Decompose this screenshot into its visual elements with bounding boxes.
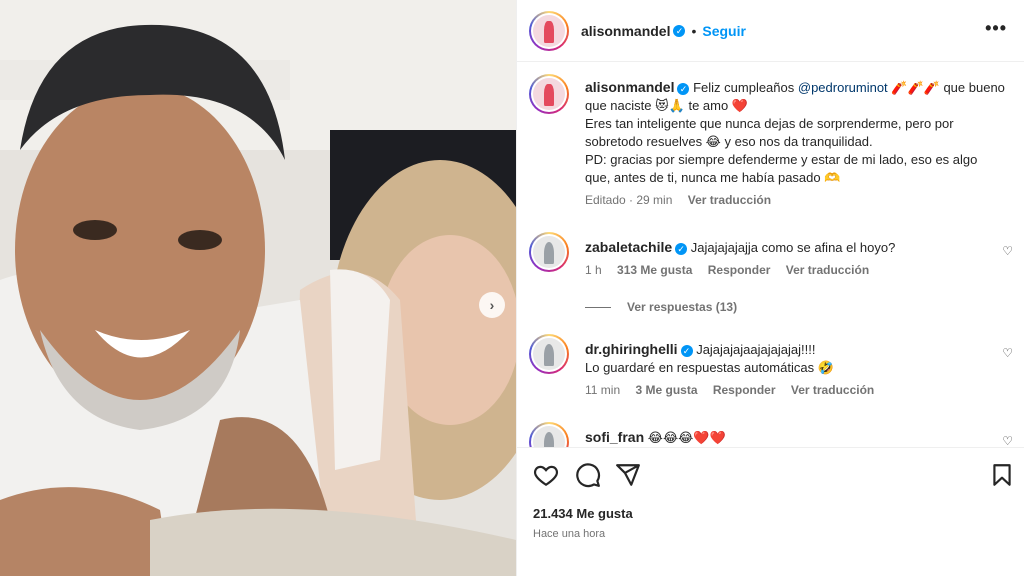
comment-username[interactable]: zabaletachile: [585, 239, 672, 255]
post-actions: 21.434 Me gusta Hace una hora: [517, 447, 1024, 576]
caption-body: alisonmandel ✓ Feliz cumpleaños @pedrorum…: [585, 78, 1005, 207]
more-options-icon[interactable]: •••: [985, 18, 1007, 39]
comment-avatar[interactable]: [529, 422, 569, 447]
author-avatar[interactable]: [529, 11, 569, 51]
comment-item: zabaletachile ✓ Jajajajajajja como se afi…: [517, 232, 1024, 322]
comment-item: dr.ghiringhelli ✓ Jajajajajaajajajajaj!!!…: [517, 334, 1024, 414]
post-header: alisonmandel ✓ • Seguir •••: [517, 0, 1024, 62]
translate-link[interactable]: Ver traducción: [791, 383, 874, 397]
caption-meta: Editado · 29 min Ver traducción: [585, 193, 1005, 207]
mention-link[interactable]: @pedroruminot: [798, 80, 888, 95]
chevron-right-icon: ›: [489, 297, 495, 313]
comment-username[interactable]: sofi_fran: [585, 429, 644, 445]
caption-translate-link[interactable]: Ver traducción: [688, 193, 771, 207]
share-icon[interactable]: [615, 462, 641, 488]
verified-badge-icon: ✓: [677, 82, 690, 95]
separator-dot: •: [691, 23, 697, 39]
comment-text: Jajajajajajja como se afina el hoyo?: [690, 240, 896, 255]
comment-icon[interactable]: [575, 462, 601, 488]
comment-like-heart-icon[interactable]: ♡: [1002, 244, 1013, 258]
likes-count[interactable]: 21.434 Me gusta: [533, 506, 633, 521]
post-photo[interactable]: ›: [0, 0, 516, 576]
comment-avatar[interactable]: [529, 232, 569, 272]
caption-line1-prefix: Feliz cumpleaños: [693, 80, 798, 95]
caption-edited: Editado · 29 min: [585, 193, 673, 207]
comment-time: 11 min: [585, 383, 621, 397]
view-replies-label[interactable]: Ver respuestas (13): [627, 300, 737, 314]
comments-section: alisonmandel ✓ Feliz cumpleaños @pedrorum…: [517, 62, 1024, 447]
comment-like-heart-icon[interactable]: ♡: [1002, 346, 1013, 360]
comment-item: sofi_fran 😂😂😂❤️❤️ ♡: [517, 422, 1024, 447]
bookmark-icon[interactable]: [989, 462, 1015, 488]
post-side-panel: alisonmandel ✓ • Seguir ••• alisonmandel…: [516, 0, 1024, 576]
caption-line3: PD: gracias por siempre defenderme y est…: [585, 152, 978, 185]
photo-illustration: [0, 0, 516, 576]
view-replies[interactable]: Ver respuestas (13): [585, 300, 737, 314]
comment-avatar[interactable]: [529, 334, 569, 374]
comment-like-heart-icon[interactable]: ♡: [1002, 434, 1013, 447]
comment-text: Jajajajajaajajajajaj!!!!: [696, 342, 816, 357]
comment-text: 😂😂😂❤️❤️: [647, 430, 726, 445]
comment-body: dr.ghiringhelli ✓ Jajajajajaajajajajaj!!!…: [585, 340, 985, 397]
verified-badge-icon: ✓: [680, 344, 693, 357]
comment-username[interactable]: dr.ghiringhelli: [585, 341, 678, 357]
comment-meta: 11 min 3 Me gusta Responder Ver traducci…: [585, 383, 985, 397]
verified-badge-icon: ✓: [675, 242, 688, 255]
header-title: alisonmandel ✓ • Seguir: [581, 23, 746, 39]
caption-username[interactable]: alisonmandel: [585, 79, 674, 95]
caption-text: alisonmandel ✓ Feliz cumpleaños @pedrorum…: [585, 78, 1005, 187]
comment-likes[interactable]: 3 Me gusta: [635, 383, 697, 397]
heart-icon[interactable]: [533, 462, 559, 488]
post-time: Hace una hora: [533, 528, 606, 540]
follow-button[interactable]: Seguir: [702, 23, 746, 39]
comment-time: 1 h: [585, 263, 602, 277]
author-username[interactable]: alisonmandel: [581, 23, 670, 39]
translate-link[interactable]: Ver traducción: [786, 263, 869, 277]
verified-badge-icon: ✓: [673, 25, 686, 37]
next-photo-button[interactable]: ›: [479, 292, 505, 318]
caption-line2: Eres tan inteligente que nunca dejas de …: [585, 116, 954, 149]
comment-text-line2: Lo guardaré en respuestas automáticas 🤣: [585, 360, 834, 375]
comment-body: zabaletachile ✓ Jajajajajajja como se afi…: [585, 238, 985, 277]
comment-meta: 1 h 313 Me gusta Responder Ver traducció…: [585, 263, 985, 277]
replies-line: [585, 306, 611, 308]
comment-body: sofi_fran 😂😂😂❤️❤️: [585, 428, 985, 447]
reply-button[interactable]: Responder: [713, 383, 776, 397]
reply-button[interactable]: Responder: [708, 263, 771, 277]
caption-avatar[interactable]: [529, 74, 569, 114]
comment-likes[interactable]: 313 Me gusta: [617, 263, 692, 277]
